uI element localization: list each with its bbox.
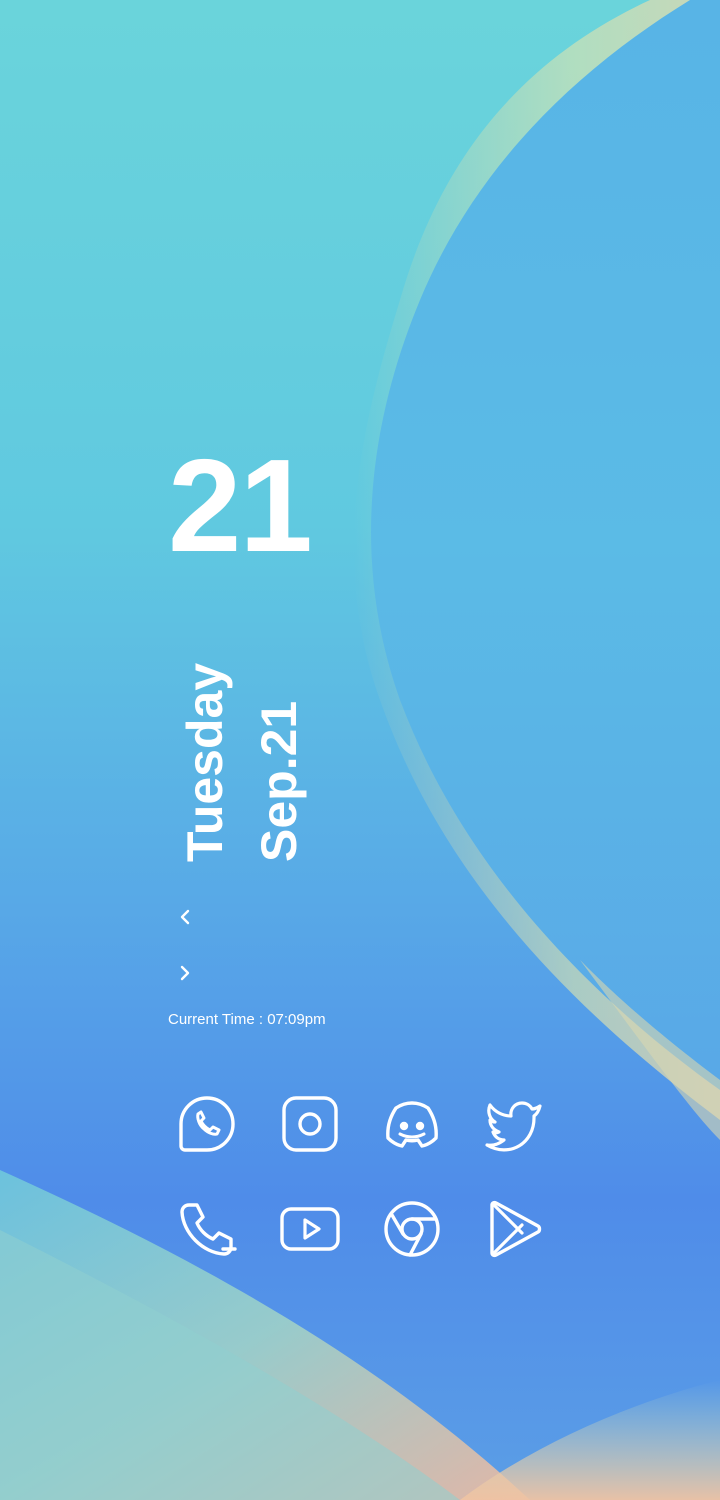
chevron-right-icon [180, 965, 190, 981]
chrome-app[interactable] [380, 1197, 444, 1261]
current-time: Current Time : 07:09pm [168, 1011, 326, 1028]
instagram-app[interactable] [278, 1092, 342, 1156]
current-time-value: 07:09pm [267, 1011, 326, 1028]
discord-app[interactable] [380, 1092, 444, 1156]
youtube-icon [280, 1207, 340, 1251]
phone-icon [180, 1203, 237, 1256]
discord-icon [386, 1101, 438, 1148]
wallpaper [0, 0, 720, 1500]
chevron-left-icon [180, 909, 190, 925]
youtube-app[interactable] [278, 1197, 342, 1261]
instagram-icon [282, 1096, 338, 1152]
twitter-app[interactable] [482, 1092, 546, 1156]
play-store-icon [490, 1200, 542, 1258]
date-label: Sep.21 [251, 700, 307, 862]
current-time-label: Current Time : [168, 1011, 268, 1028]
twitter-icon [485, 1101, 542, 1152]
day-number: 21 [168, 432, 313, 579]
next-button[interactable] [172, 960, 198, 986]
play-store-app[interactable] [482, 1197, 546, 1261]
home-screen: 21 Tuesday Sep.21 Current Time : 07:09pm [0, 0, 720, 1500]
previous-button[interactable] [172, 904, 198, 930]
chrome-icon [384, 1201, 440, 1257]
whatsapp-icon [179, 1096, 235, 1152]
weekday-label: Tuesday [177, 662, 233, 862]
whatsapp-app[interactable] [175, 1092, 239, 1156]
phone-app[interactable] [175, 1197, 239, 1261]
